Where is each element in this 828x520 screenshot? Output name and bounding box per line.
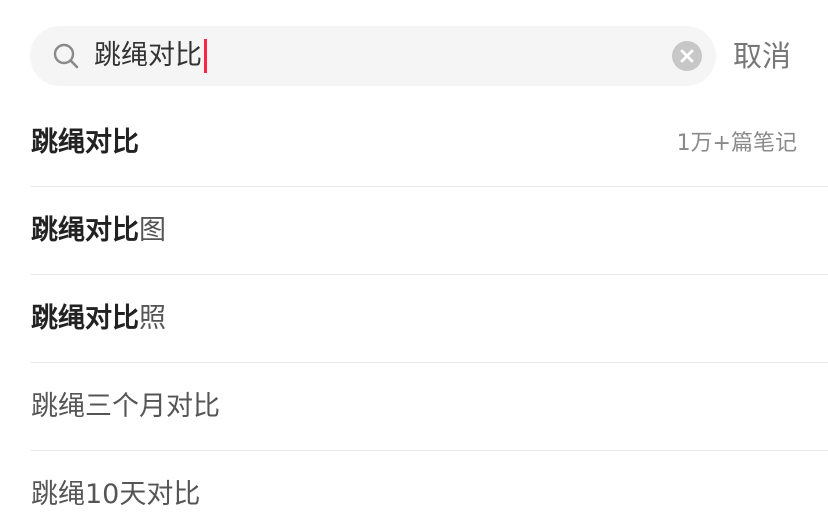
suggestion-list: 跳绳对比 1万+篇笔记 跳绳对比图 跳绳对比照 跳绳三个月对比 跳绳10天对比 — [31, 99, 828, 520]
search-icon — [52, 42, 80, 70]
search-query-text: 跳绳对比 — [94, 40, 202, 71]
suggestion-text: 跳绳对比图 — [31, 213, 166, 249]
suggestion-remaining-text: 跳绳三个月对比 — [31, 391, 220, 422]
search-bar-row: 跳绳对比 取消 — [30, 26, 810, 86]
suggestion-item[interactable]: 跳绳三个月对比 — [31, 363, 828, 451]
clear-icon[interactable] — [672, 41, 702, 71]
suggestion-item[interactable]: 跳绳10天对比 — [31, 451, 828, 520]
search-suggestions-page: 跳绳对比 取消 跳绳对比 1万+篇笔记 跳绳对比图 跳绳对比照 跳绳三个月对比 … — [0, 0, 828, 520]
suggestion-item[interactable]: 跳绳对比图 — [31, 187, 828, 275]
suggestion-text: 跳绳10天对比 — [31, 477, 200, 513]
search-input[interactable]: 跳绳对比 — [94, 38, 207, 74]
suggestion-text: 跳绳三个月对比 — [31, 389, 220, 425]
suggestion-matched-text: 跳绳对比 — [31, 303, 139, 334]
suggestion-matched-text: 跳绳对比 — [31, 215, 139, 246]
suggestion-item[interactable]: 跳绳对比 1万+篇笔记 — [31, 99, 828, 187]
text-cursor — [204, 39, 207, 73]
search-box[interactable]: 跳绳对比 — [30, 26, 716, 86]
suggestion-text: 跳绳对比照 — [31, 301, 166, 337]
suggestion-remaining-text: 跳绳10天对比 — [31, 479, 201, 510]
cancel-button[interactable]: 取消 — [733, 37, 791, 75]
suggestion-text: 跳绳对比 — [31, 125, 139, 161]
suggestion-item[interactable]: 跳绳对比照 — [31, 275, 828, 363]
suggestion-remaining-text: 图 — [139, 215, 166, 246]
note-count: 1万+篇笔记 — [676, 131, 797, 156]
suggestion-matched-text: 跳绳对比 — [31, 127, 139, 158]
suggestion-remaining-text: 照 — [139, 303, 166, 334]
